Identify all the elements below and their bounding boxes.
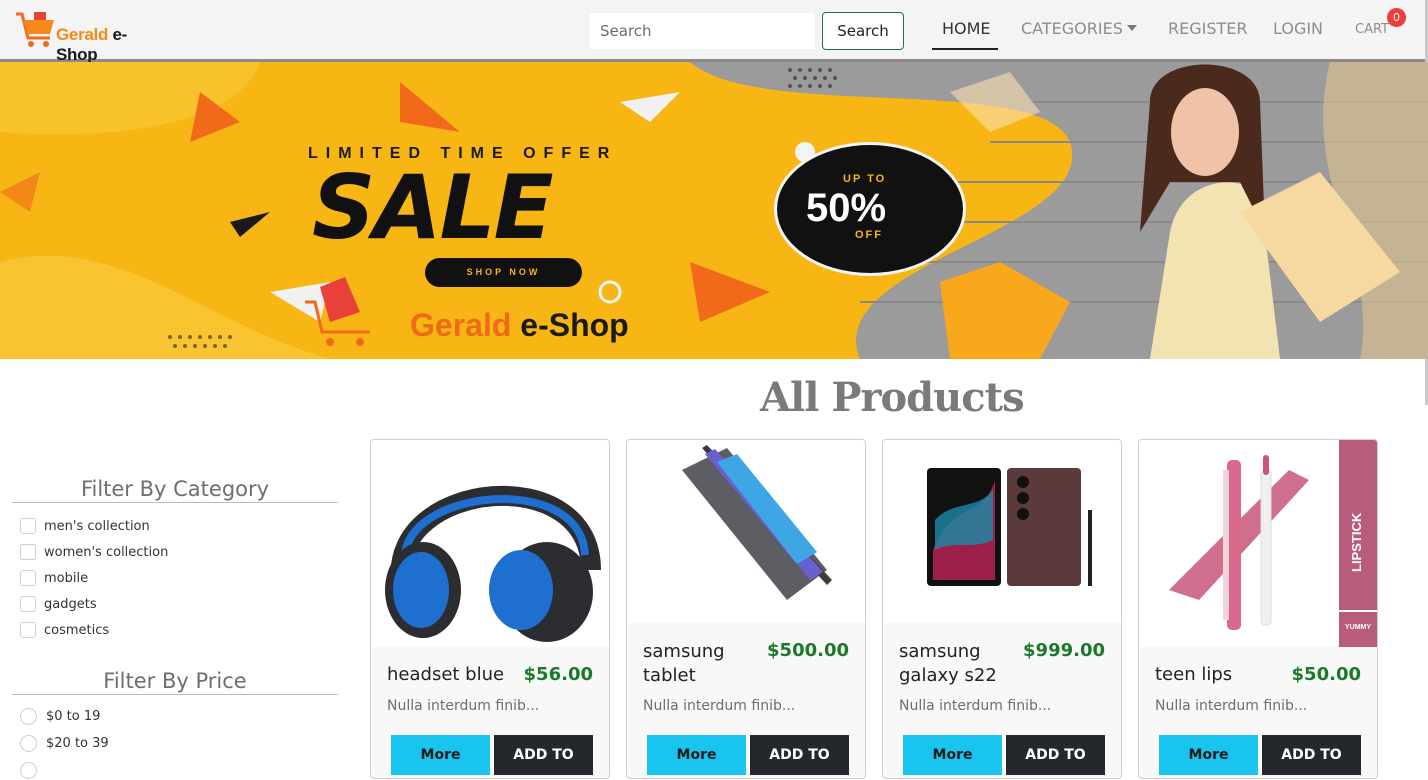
filter-price-option[interactable]: $20 to 39 xyxy=(20,733,109,753)
more-button[interactable]: More xyxy=(391,735,490,775)
page-title: All Products xyxy=(760,374,1025,421)
logo-text: Gerald e-Shop xyxy=(56,25,128,64)
more-button[interactable]: More xyxy=(1159,735,1258,775)
sale-banner[interactable]: LIMITED TIME OFFER SALE SHOP NOW UP TO 5… xyxy=(0,62,1428,359)
product-name[interactable]: headset blue xyxy=(387,663,504,687)
product-image[interactable] xyxy=(627,440,865,623)
filter-label: women's collection xyxy=(44,544,169,560)
product-image[interactable] xyxy=(883,440,1121,623)
filter-price-option[interactable] xyxy=(20,760,46,780)
nav-register[interactable]: REGISTER xyxy=(1168,19,1248,38)
phone-icon xyxy=(927,468,1092,586)
add-to-cart-button[interactable]: ADD TO xyxy=(1006,735,1105,775)
search-input[interactable] xyxy=(588,12,816,50)
product-image[interactable]: LIPSTICK YUMMY xyxy=(1139,440,1377,647)
product-image[interactable] xyxy=(371,440,609,647)
filter-label: cosmetics xyxy=(44,622,110,638)
product-price: $500.00 xyxy=(767,640,849,661)
filter-label: gadgets xyxy=(44,596,97,612)
nav-active-indicator xyxy=(932,48,998,50)
filter-category-option[interactable]: mobile xyxy=(20,568,88,588)
checkbox[interactable] xyxy=(20,518,36,534)
tablet-icon xyxy=(682,445,832,600)
lipstick-icon xyxy=(1169,440,1377,647)
cart-count-badge: 0 xyxy=(1387,8,1406,27)
checkbox[interactable] xyxy=(20,544,36,560)
nav-home[interactable]: HOME xyxy=(942,19,991,38)
more-button[interactable]: More xyxy=(903,735,1002,775)
product-description: Nulla interdum finib... xyxy=(387,698,540,714)
product-name[interactable]: samsung galaxy s22 xyxy=(899,640,997,688)
product-card[interactable]: samsung tablet $500.00 Nulla interdum fin… xyxy=(626,439,866,779)
discount-badge-top: UP TO xyxy=(843,173,887,185)
cart-icon xyxy=(16,12,54,47)
nav-categories[interactable]: CATEGORIES xyxy=(1021,19,1137,38)
product-price: $50.00 xyxy=(1291,664,1361,685)
filter-category-option[interactable]: cosmetics xyxy=(20,620,109,640)
checkbox[interactable] xyxy=(20,622,36,638)
product-card[interactable]: headset blue $56.00 Nulla interdum finib… xyxy=(370,439,610,779)
banner-shop-now-button[interactable]: SHOP NOW xyxy=(425,258,582,287)
product-price: $56.00 xyxy=(523,664,593,685)
filter-price-option[interactable]: $0 to 19 xyxy=(20,706,100,726)
product-price: $999.00 xyxy=(1023,640,1105,661)
radio[interactable] xyxy=(20,707,37,725)
nav-cart[interactable]: CART xyxy=(1355,22,1389,37)
product-name[interactable]: samsung tablet xyxy=(643,640,725,688)
filter-label: $0 to 19 xyxy=(46,708,101,724)
product-description: Nulla interdum finib... xyxy=(1155,698,1308,714)
radio[interactable] xyxy=(20,734,37,752)
add-to-cart-button[interactable]: ADD TO xyxy=(750,735,849,775)
filter-label: men's collection xyxy=(44,518,150,534)
product-box-sublabel: YUMMY xyxy=(1344,624,1372,631)
nav-login[interactable]: LOGIN xyxy=(1273,19,1323,38)
discount-badge-bottom: OFF xyxy=(855,229,883,241)
checkbox[interactable] xyxy=(20,570,36,586)
banner-sale-text: SALE xyxy=(312,156,554,259)
product-card[interactable]: LIPSTICK YUMMY teen lips $50.00 Nulla in… xyxy=(1138,439,1378,779)
banner-brand: Gerald e-Shop xyxy=(410,307,629,343)
filter-price-title: Filter By Price xyxy=(12,669,338,695)
more-button[interactable]: More xyxy=(647,735,746,775)
banner-art xyxy=(0,62,1428,359)
product-card[interactable]: samsung galaxy s22 $999.00 Nulla interdum… xyxy=(882,439,1122,779)
discount-badge-value: 50% xyxy=(806,186,887,230)
filter-label: mobile xyxy=(44,570,89,586)
product-box-label: LIPSTICK xyxy=(1349,512,1364,572)
headset-icon xyxy=(385,485,601,642)
filter-label: $20 to 39 xyxy=(46,735,109,751)
product-description: Nulla interdum finib... xyxy=(643,698,796,714)
search-button[interactable]: Search xyxy=(822,12,904,50)
filter-category-title: Filter By Category xyxy=(12,477,338,503)
radio[interactable] xyxy=(20,761,37,779)
product-name[interactable]: teen lips xyxy=(1155,663,1232,687)
filter-category-option[interactable]: gadgets xyxy=(20,594,97,614)
navbar: Gerald e-Shop Search HOME CATEGORIES REG… xyxy=(0,0,1428,64)
checkbox[interactable] xyxy=(20,596,36,612)
add-to-cart-button[interactable]: ADD TO xyxy=(1262,735,1361,775)
caret-down-icon xyxy=(1126,25,1137,31)
filter-category-option[interactable]: men's collection xyxy=(20,516,150,536)
product-description: Nulla interdum finib... xyxy=(899,698,1052,714)
add-to-cart-button[interactable]: ADD TO xyxy=(494,735,593,775)
filter-category-option[interactable]: women's collection xyxy=(20,542,168,562)
logo[interactable]: Gerald e-Shop xyxy=(14,8,164,64)
